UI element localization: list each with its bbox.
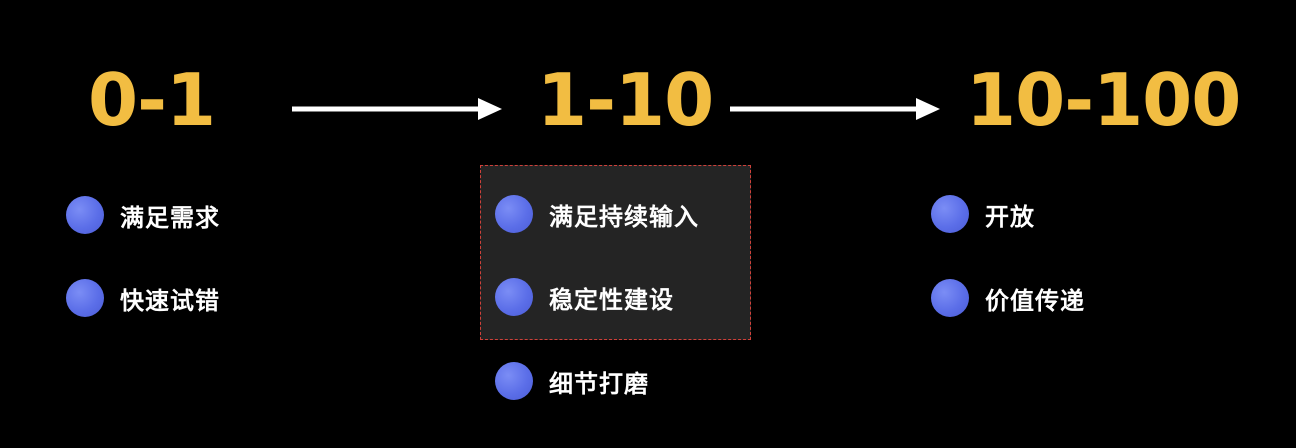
stage-title-1-10: 1-10 (537, 58, 714, 142)
item-label: 细节打磨 (549, 369, 649, 398)
item-label: 价值传递 (985, 286, 1085, 315)
bullet-dot-icon (495, 195, 533, 233)
list-item: 快速试错 (66, 279, 220, 317)
bullet-dot-icon (931, 195, 969, 233)
stage-title-10-100: 10-100 (966, 58, 1241, 142)
list-item: 细节打磨 (495, 362, 649, 400)
item-label: 快速试错 (120, 286, 220, 315)
list-item: 满足需求 (66, 196, 220, 234)
bullet-dot-icon (66, 279, 104, 317)
list-item: 稳定性建设 (495, 278, 674, 316)
arrow-right-icon (292, 98, 502, 120)
item-label: 满足需求 (120, 203, 220, 232)
bullet-dot-icon (495, 278, 533, 316)
bullet-dot-icon (66, 196, 104, 234)
list-item: 开放 (931, 195, 1035, 233)
item-label: 稳定性建设 (549, 285, 674, 314)
list-item: 价值传递 (931, 279, 1085, 317)
arrow-right-icon (730, 98, 940, 120)
bullet-dot-icon (495, 362, 533, 400)
list-item: 满足持续输入 (495, 195, 699, 233)
stage-title-0-1: 0-1 (88, 58, 216, 142)
item-label: 满足持续输入 (549, 202, 699, 231)
bullet-dot-icon (931, 279, 969, 317)
item-label: 开放 (985, 202, 1035, 231)
